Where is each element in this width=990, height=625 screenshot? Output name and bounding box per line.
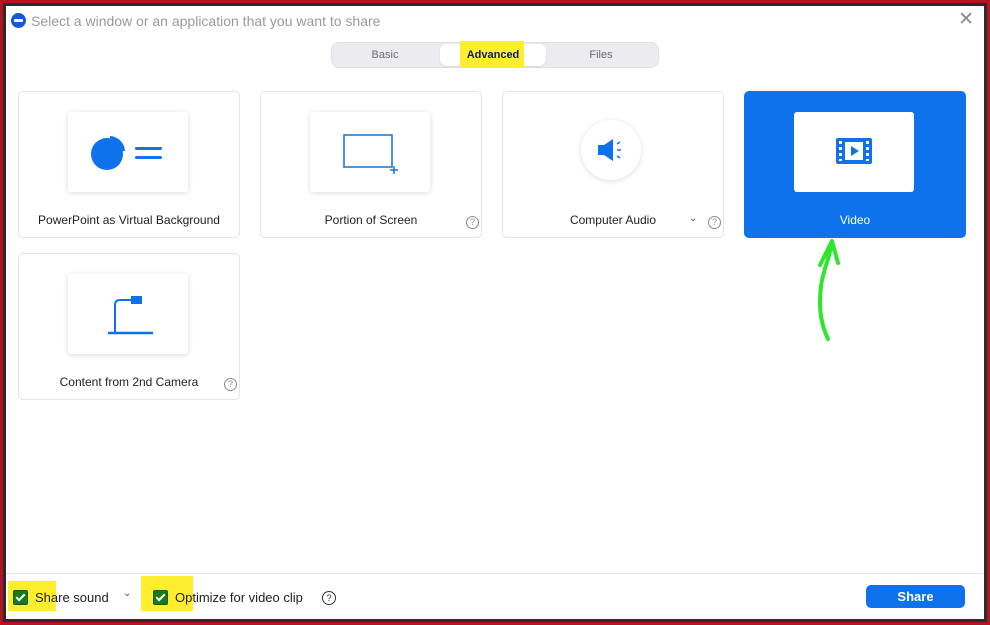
optimize-video-checkbox[interactable] (153, 590, 168, 605)
card-label: PowerPoint as Virtual Background (38, 213, 220, 227)
annotation-arrow (817, 239, 840, 341)
card-video[interactable]: Video (744, 91, 966, 238)
title-bar: Select a window or an application that y… (6, 6, 984, 36)
tab-basic[interactable]: Basic (332, 44, 438, 66)
card-computer-audio[interactable]: Computer Audio ⌄ ? (502, 91, 724, 238)
speaker-icon (598, 139, 621, 161)
film-play-icon (836, 138, 872, 164)
chevron-down-icon[interactable]: ⌄ (123, 588, 131, 599)
pie-chart-lines-icon (91, 136, 162, 170)
help-icon[interactable]: ? (322, 591, 336, 605)
card-label: Video (839, 213, 871, 227)
card-portion-of-screen[interactable]: Portion of Screen ? (260, 91, 482, 238)
chevron-down-icon[interactable]: ⌄ (689, 213, 697, 224)
card-content-2nd-camera[interactable]: Content from 2nd Camera ? (18, 253, 240, 400)
share-sound-checkbox[interactable] (13, 590, 28, 605)
help-icon[interactable]: ? (708, 216, 721, 229)
footer-divider (6, 573, 984, 574)
document-camera-icon (108, 296, 153, 335)
optimize-video-label: Optimize for video clip (175, 590, 303, 605)
card-powerpoint-virtual-background[interactable]: PowerPoint as Virtual Background (18, 91, 240, 238)
card-thumbnail (68, 274, 188, 354)
tab-advanced[interactable]: Advanced (440, 41, 546, 67)
close-icon[interactable]: ✕ (958, 10, 974, 30)
tab-bar: Basic Advanced Files (331, 41, 659, 68)
share-sound-label: Share sound (35, 590, 109, 605)
card-thumbnail (310, 112, 430, 192)
card-label: Portion of Screen (324, 213, 418, 227)
card-thumbnail (581, 120, 641, 180)
screen-portion-icon (343, 134, 398, 174)
tab-files[interactable]: Files (548, 44, 654, 66)
share-dialog: Select a window or an application that y… (6, 6, 984, 619)
share-button[interactable]: Share (866, 585, 965, 608)
help-icon[interactable]: ? (466, 216, 479, 229)
card-thumbnail (68, 112, 188, 192)
window-title: Select a window or an application that y… (31, 13, 381, 29)
help-icon[interactable]: ? (224, 378, 237, 391)
card-label: Content from 2nd Camera (59, 375, 199, 389)
zoom-logo-icon (11, 13, 26, 28)
card-thumbnail (794, 112, 914, 192)
